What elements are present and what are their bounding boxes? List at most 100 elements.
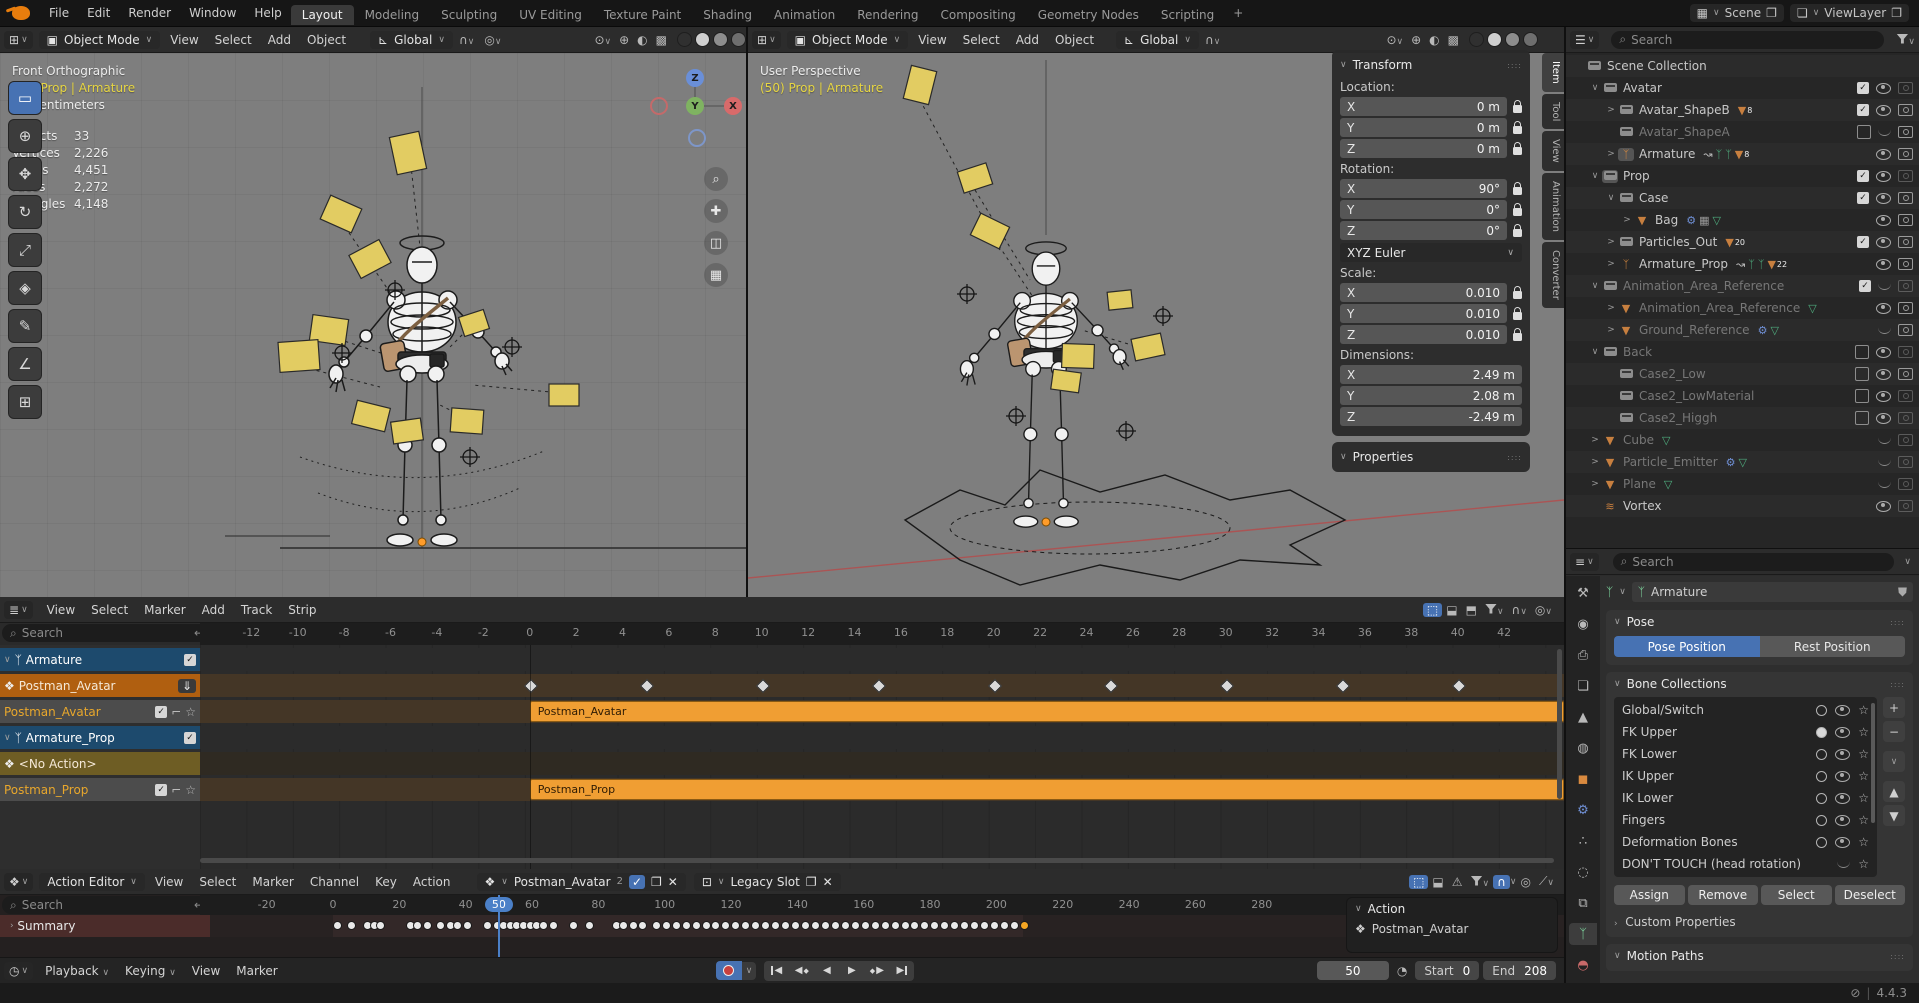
dimension-y-field[interactable]: Y2.08 m [1340, 386, 1522, 405]
menu-select[interactable]: Select [955, 33, 1008, 47]
overlays-toggle-icon[interactable]: ◐ [1425, 33, 1443, 47]
menu-window[interactable]: Window [180, 6, 245, 20]
specials-menu-button[interactable]: ∨ [1883, 751, 1905, 772]
unlink-action-icon[interactable]: ✕ [668, 875, 678, 889]
duplicate-slot-icon[interactable]: ❐ [806, 875, 817, 889]
visibility-eye-toggle[interactable] [1876, 391, 1891, 402]
visibility-eye-toggle[interactable] [1878, 326, 1891, 334]
rotation-z-field[interactable]: Z0° [1340, 221, 1507, 240]
star-toggle[interactable]: ☆ [1858, 791, 1869, 805]
assign-button[interactable]: Assign [1614, 885, 1685, 905]
visibility-eye-toggle[interactable] [1876, 369, 1891, 380]
sidebar-tab-view[interactable]: View [1542, 131, 1564, 171]
expand-icon[interactable]: > [1604, 303, 1618, 313]
visibility-eye-toggle[interactable] [1876, 171, 1891, 182]
nla-strip-postman_prop[interactable]: Postman_Prop [530, 779, 1564, 800]
show-selected-only-icon[interactable]: ⬚ [1409, 875, 1428, 889]
outliner-row-prop[interactable]: ∨Prop✓ [1566, 165, 1919, 187]
keyframe-dot[interactable] [672, 921, 681, 930]
previous-keyframe-button[interactable]: ◀◆ [789, 961, 814, 981]
expand-icon[interactable]: > [1604, 105, 1618, 115]
tool-rotate[interactable]: ↻ [8, 195, 42, 229]
playback-menu[interactable]: Playback ∨ [37, 964, 117, 978]
bone-collection-fingers[interactable]: Fingers☆ [1614, 809, 1877, 831]
checkbox-toggle[interactable]: ✓ [1857, 104, 1869, 116]
menu-marker[interactable]: Marker [136, 603, 193, 617]
tool-transform[interactable]: ◈ [8, 271, 42, 305]
tab-particles[interactable]: ∴ [1569, 830, 1597, 852]
track-checkbox[interactable]: ✓ [155, 706, 167, 718]
next-keyframe-button[interactable]: ◆▶ [864, 961, 889, 981]
visibility-eye-toggle[interactable] [1876, 413, 1891, 424]
summary-row[interactable]: › Summary [0, 915, 1564, 937]
tab-object-data[interactable]: ᛉ [1569, 923, 1597, 945]
star-toggle[interactable]: ☆ [1858, 769, 1869, 783]
filter-funnel-icon[interactable]: ∨ [1481, 603, 1508, 617]
channel-checkbox[interactable]: ✓ [184, 654, 196, 666]
keyframe-dot[interactable] [413, 921, 422, 930]
menu-view[interactable]: View [39, 603, 83, 617]
keyframe-dot[interactable] [841, 921, 850, 930]
scale-z-field[interactable]: Z0.010 [1340, 325, 1507, 344]
menu-add[interactable]: Add [194, 603, 233, 617]
workspace-tab-uv-editing[interactable]: UV Editing [508, 5, 593, 25]
scale-y-field[interactable]: Y0.010 [1340, 304, 1507, 323]
checkbox-toggle[interactable]: ✓ [1859, 280, 1871, 292]
show-errors-icon[interactable]: ⬒ [1462, 603, 1481, 617]
overlays-toggle-icon[interactable]: ◐ [633, 33, 651, 47]
rotation-mode-dropdown[interactable]: XYZ Euler∨ [1340, 243, 1522, 262]
expand-icon[interactable]: > [1604, 149, 1618, 159]
keyframe-dot[interactable] [423, 921, 432, 930]
keyframe-dot[interactable] [791, 921, 800, 930]
filter-funnel-icon[interactable]: ∨ [1892, 33, 1919, 47]
solo-dot-toggle[interactable] [1816, 749, 1827, 760]
track-checkbox[interactable]: ✓ [155, 784, 167, 796]
keyframe-diamond[interactable] [988, 679, 1002, 693]
new-scene-icon[interactable]: ❐ [1766, 6, 1777, 20]
keyframe-dot[interactable] [629, 921, 638, 930]
fake-user-shield-icon[interactable]: ⛊ [1898, 585, 1907, 600]
solo-dot-toggle[interactable] [1816, 727, 1827, 738]
keyframe-dot[interactable] [831, 921, 840, 930]
scale-x-field[interactable]: X0.010 [1340, 283, 1507, 302]
visibility-eye-toggle[interactable] [1835, 705, 1850, 716]
keyframe-dot[interactable] [861, 921, 870, 930]
star-toggle[interactable]: ☆ [1858, 813, 1869, 827]
tab-object[interactable]: ◼ [1569, 768, 1597, 790]
keyframe-dot[interactable] [801, 921, 810, 930]
visibility-eye-toggle[interactable] [1835, 815, 1850, 826]
keying-menu[interactable]: Keying ∨ [117, 964, 184, 978]
shading-mode-buttons[interactable] [677, 32, 746, 47]
gizmo-y-axis[interactable]: Y [686, 97, 704, 115]
view-menu[interactable]: View [184, 964, 228, 978]
outliner-row-avatar[interactable]: ∨Avatar✓ [1566, 77, 1919, 99]
collapse-icon[interactable]: ∨ [1604, 193, 1618, 203]
navigation-gizmo[interactable]: Z X Y [660, 69, 740, 149]
properties-subpanel[interactable]: ∨Properties:::: [1332, 442, 1530, 472]
visibility-eye-toggle[interactable] [1835, 727, 1850, 738]
visibility-eye-toggle[interactable] [1876, 215, 1891, 226]
wireframe-shading-icon[interactable] [677, 32, 692, 47]
location-y-field[interactable]: Y0 m [1340, 118, 1507, 137]
lock-icon[interactable] [1513, 333, 1522, 341]
render-camera-toggle[interactable] [1898, 302, 1913, 314]
visibility-eye-toggle[interactable] [1876, 193, 1891, 204]
checkbox-toggle[interactable] [1855, 389, 1869, 403]
show-selected-only-icon[interactable]: ⬚ [1423, 603, 1442, 617]
gizmos-toggle-icon[interactable]: ⊕ [1407, 33, 1425, 47]
solo-dot-toggle[interactable] [1816, 705, 1827, 716]
filter-funnel-icon[interactable]: ∨ [1467, 875, 1494, 889]
visibility-eye-toggle[interactable] [1835, 793, 1850, 804]
viewport-user-perspective[interactable]: ⊞∨ ▣Object Mode∨ ViewSelectAddObject ⊾ G… [748, 27, 1564, 597]
xray-toggle-icon[interactable]: ▩ [1444, 33, 1463, 47]
nla-channel-postman-prop[interactable]: Postman_Prop✓⌐☆ [0, 778, 200, 801]
keyframe-dot[interactable] [539, 921, 548, 930]
nla-track-row[interactable]: Postman_Avatar [200, 700, 1564, 723]
visibility-eye-toggle[interactable] [1878, 458, 1891, 466]
outliner-row-case[interactable]: ∨Case✓ [1566, 187, 1919, 209]
dope-search-input[interactable]: ⌕ Search ↔ [2, 896, 212, 914]
keyframe-diamond[interactable] [1104, 679, 1118, 693]
menu-select[interactable]: Select [83, 603, 136, 617]
view-options-icon[interactable]: ◎∨ [1531, 603, 1556, 617]
render-camera-toggle[interactable] [1898, 434, 1913, 446]
